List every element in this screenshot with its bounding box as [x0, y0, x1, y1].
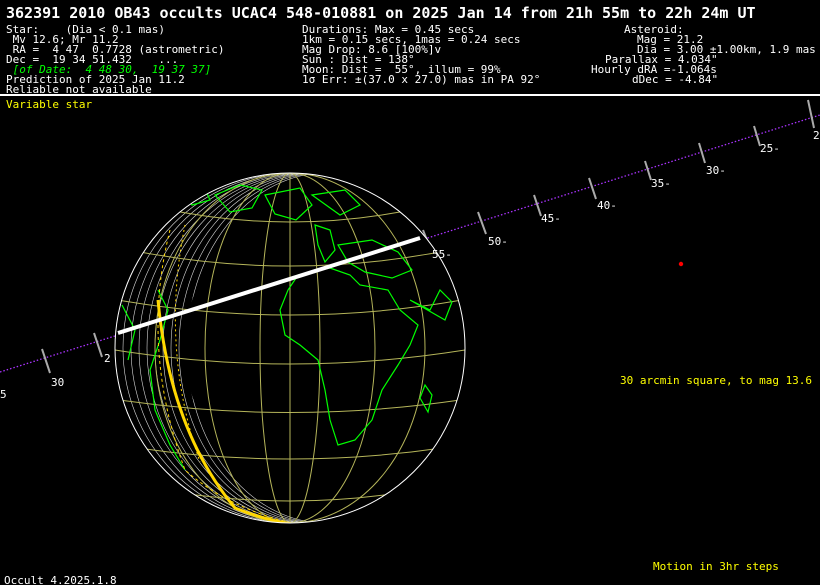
track-label: 50-	[488, 235, 508, 248]
track-label: 30	[51, 376, 65, 389]
track-label: 2	[104, 352, 111, 365]
motion-steps-note: Motion in 3hr steps	[653, 560, 779, 573]
track-label: 55-	[432, 248, 452, 261]
field-info-note: 30 arcmin square, to mag 13.6	[620, 374, 813, 387]
track-label: 35-	[651, 177, 671, 190]
track-label: 30-	[706, 164, 726, 177]
track-label: 25-	[760, 142, 780, 155]
track-label: 45-	[541, 212, 561, 225]
track-label: 40-	[597, 199, 617, 212]
occultation-map-window: { "header": { "title": "362391 2010 OB43…	[0, 0, 820, 585]
software-version: Occult 4.2025.1.8	[4, 574, 117, 585]
map-canvas	[0, 99, 820, 524]
track-label: 2	[813, 129, 820, 142]
track-label: 5	[0, 388, 7, 401]
variable-star-note: Variable star	[6, 98, 93, 111]
earth-globe	[114, 172, 466, 524]
target-star-marker	[678, 261, 684, 267]
